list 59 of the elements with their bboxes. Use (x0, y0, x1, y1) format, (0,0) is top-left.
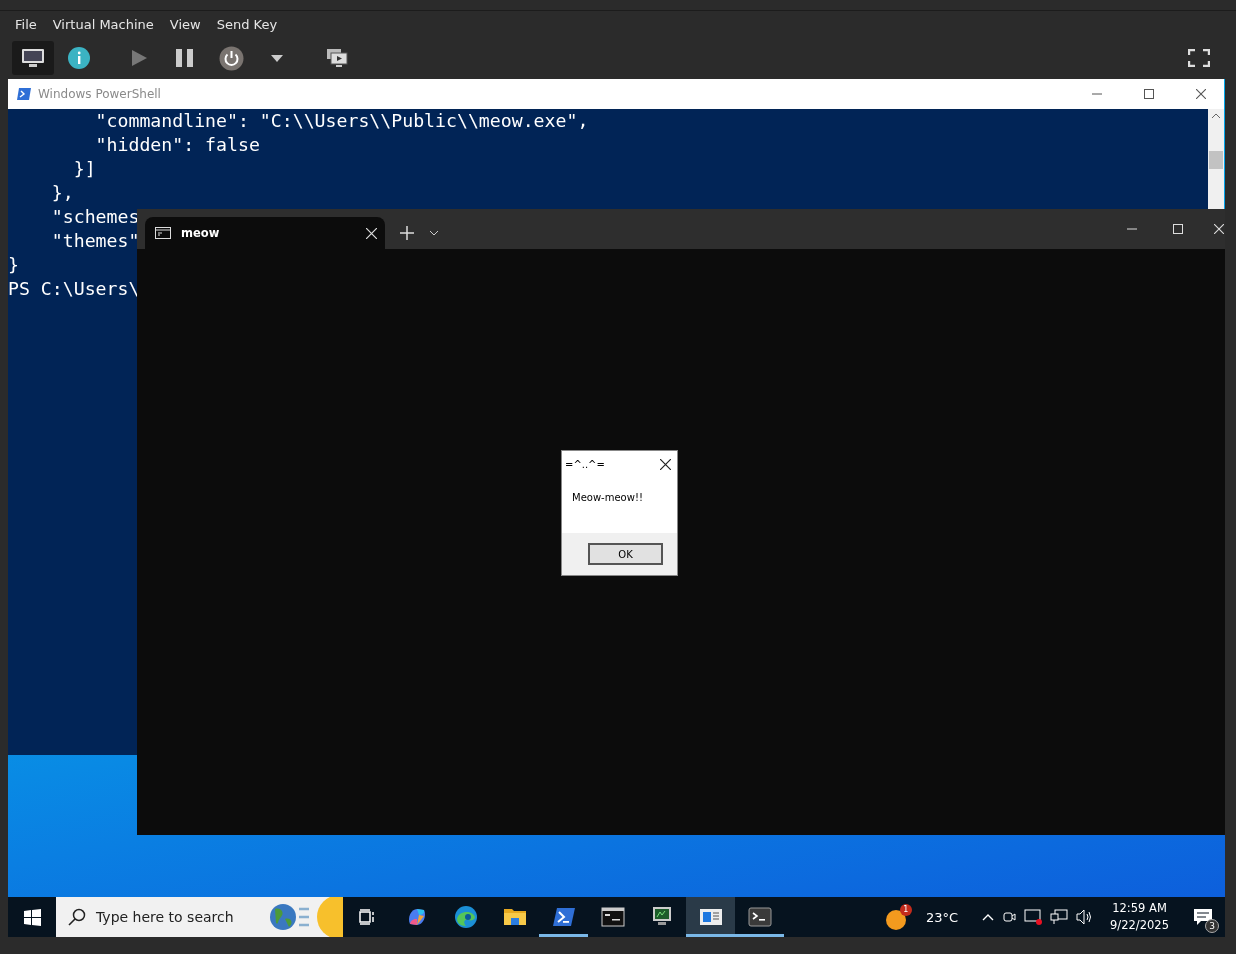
dialog-message: Meow-meow!! (571, 491, 644, 505)
fullscreen-icon[interactable] (1188, 49, 1210, 67)
menu-item[interactable]: View (169, 16, 201, 32)
search-icon (68, 908, 86, 926)
display-icon[interactable] (1024, 909, 1043, 925)
menu-item[interactable]: Virtual Machine (52, 16, 154, 32)
close-icon (366, 227, 377, 239)
terminal-tab[interactable]: meow (145, 217, 385, 249)
edge-icon (453, 905, 478, 929)
console-icon (155, 227, 171, 239)
power-icon (218, 45, 244, 71)
close-icon (1214, 224, 1224, 234)
powershell-icon (16, 87, 32, 101)
console-line: PS C:\Users\ (8, 277, 140, 301)
clock[interactable]: 12:59 AM 9/22/2025 (1110, 900, 1169, 934)
caret-icon (271, 54, 283, 62)
close-icon (1196, 89, 1206, 99)
console-line: "hidden": false (94, 133, 260, 157)
taskbar-app[interactable] (686, 897, 735, 937)
plus-icon (400, 226, 414, 240)
play-icon (130, 49, 148, 67)
task-view-icon (358, 909, 377, 925)
menu-item[interactable]: File (15, 16, 37, 32)
window-title: Windows PowerShell (38, 87, 161, 101)
network-icon[interactable] (1050, 909, 1069, 925)
terminal-icon (747, 907, 772, 927)
close-icon (660, 458, 671, 470)
dialog-title: =^..^= (565, 458, 605, 470)
window-icon (698, 908, 723, 926)
ok-button[interactable]: OK (588, 543, 663, 565)
powershell-icon (551, 907, 576, 927)
command-prompt-icon (600, 907, 625, 927)
menu-item[interactable]: Send Key (216, 16, 278, 32)
console-line: "commandline": "C:\\Users\\Public\\meow.exe", (94, 109, 589, 133)
info-icon (67, 46, 91, 70)
camera-icon[interactable] (1002, 910, 1017, 924)
scrollbar[interactable] (1208, 109, 1224, 209)
monitor-icon (21, 48, 45, 68)
screens-icon (326, 48, 348, 68)
folder-icon (502, 907, 527, 927)
weather-badge: 1 (899, 903, 912, 916)
minimize-icon (1092, 93, 1102, 95)
console-line: }, (50, 181, 74, 205)
console-line: } (8, 253, 19, 277)
minimize-icon (1127, 228, 1137, 230)
windows-icon (23, 908, 41, 926)
maximize-icon (1173, 224, 1183, 234)
scrollbar-thumb[interactable] (1209, 151, 1223, 169)
chevron-up-icon[interactable] (982, 913, 995, 921)
pause-icon (175, 49, 195, 67)
console-line: "schemes (50, 205, 140, 229)
notification-count: 3 (1205, 919, 1219, 933)
toolbar-button[interactable] (12, 41, 54, 75)
temperature: 23°C (925, 909, 959, 925)
chevron-down-icon (429, 230, 439, 236)
console-line: }] (72, 157, 96, 181)
maximize-icon (1144, 89, 1154, 99)
console-line: "themes" (50, 229, 140, 253)
search-field[interactable]: Type here to search (56, 897, 343, 937)
